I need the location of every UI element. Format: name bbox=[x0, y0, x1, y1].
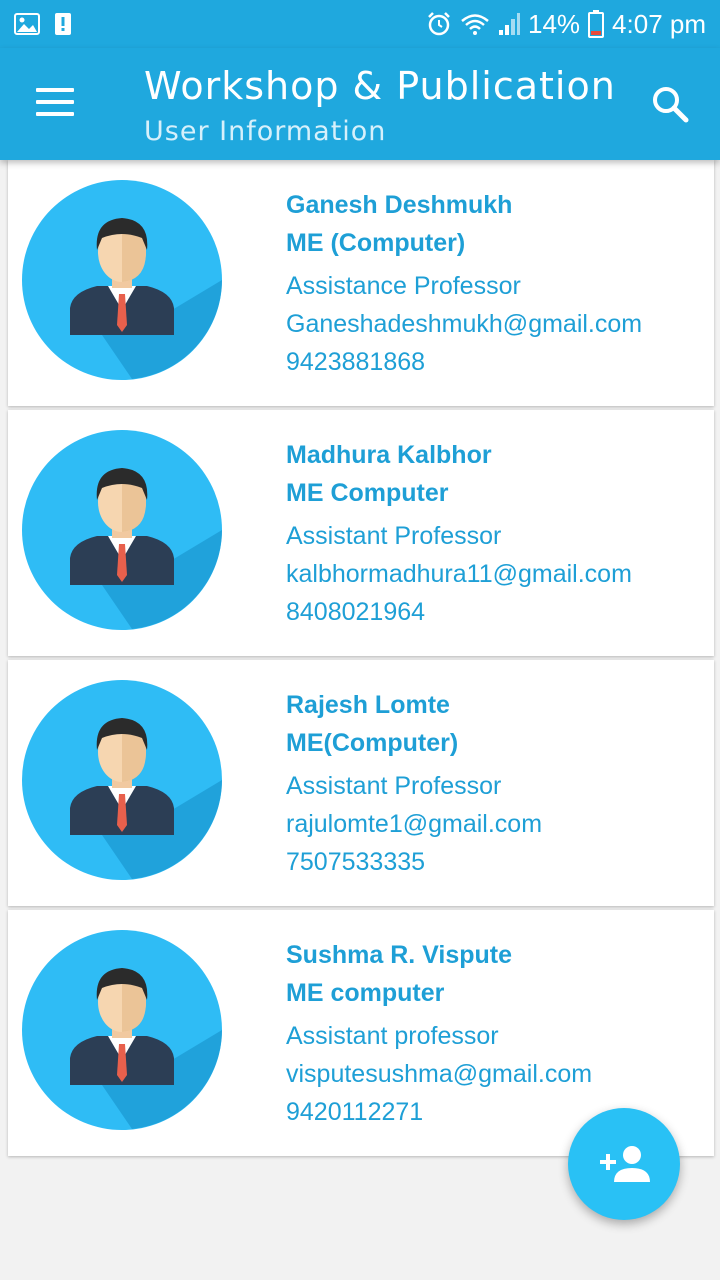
user-degree: ME Computer bbox=[286, 479, 449, 507]
user-email: kalbhormadhura11@gmail.com bbox=[286, 560, 632, 588]
user-list: Ganesh Deshmukh ME (Computer) Assistance… bbox=[8, 160, 714, 1160]
user-email: rajulomte1@gmail.com bbox=[286, 810, 543, 838]
image-icon bbox=[14, 13, 40, 35]
alarm-icon bbox=[426, 11, 452, 37]
menu-icon bbox=[36, 88, 76, 116]
wifi-icon bbox=[460, 12, 490, 36]
user-email: Ganeshadeshmukh@gmail.com bbox=[286, 310, 643, 338]
signal-icon bbox=[498, 12, 520, 36]
user-card[interactable]: Ganesh Deshmukh ME (Computer) Assistance… bbox=[8, 160, 714, 406]
user-card[interactable]: Madhura Kalbhor ME Computer Assistant Pr… bbox=[8, 410, 714, 656]
user-role: Assistant Professor bbox=[286, 522, 502, 550]
page-subtitle: User Information bbox=[144, 116, 387, 147]
avatar bbox=[22, 930, 222, 1130]
user-role: Assistance Professor bbox=[286, 272, 521, 300]
user-role: Assistant Professor bbox=[286, 772, 502, 800]
user-phone: 8408021964 bbox=[286, 598, 426, 626]
avatar bbox=[22, 430, 222, 630]
user-card[interactable]: Rajesh Lomte ME(Computer) Assistant Prof… bbox=[8, 660, 714, 906]
page-title: Workshop & Publication bbox=[144, 64, 616, 108]
user-info: Ganesh Deshmukh ME (Computer) Assistance… bbox=[286, 186, 642, 381]
user-name: Madhura Kalbhor bbox=[286, 441, 492, 469]
user-phone: 7507533335 bbox=[286, 848, 426, 876]
status-bar: 14% 4:07 pm bbox=[0, 0, 720, 48]
user-phone: 9423881868 bbox=[286, 348, 426, 376]
user-phone: 9420112271 bbox=[286, 1098, 424, 1126]
user-info: Madhura Kalbhor ME Computer Assistant Pr… bbox=[286, 436, 632, 631]
app-bar: Workshop & Publication User Information bbox=[0, 48, 720, 160]
avatar bbox=[22, 180, 222, 380]
user-degree: ME(Computer) bbox=[286, 729, 459, 757]
battery-percent: 14% bbox=[528, 8, 581, 39]
user-name: Rajesh Lomte bbox=[286, 691, 450, 719]
alert-icon bbox=[54, 12, 72, 36]
menu-button[interactable] bbox=[36, 88, 76, 118]
user-name: Sushma R. Vispute bbox=[286, 941, 512, 969]
user-email: visputesushma@gmail.com bbox=[286, 1060, 593, 1088]
user-degree: ME (Computer) bbox=[286, 229, 466, 257]
search-button[interactable] bbox=[648, 82, 692, 126]
user-name: Ganesh Deshmukh bbox=[286, 191, 513, 219]
user-info: Rajesh Lomte ME(Computer) Assistant Prof… bbox=[286, 686, 542, 881]
user-role: Assistant professor bbox=[286, 1022, 499, 1050]
battery-icon bbox=[588, 10, 605, 38]
add-user-button[interactable] bbox=[568, 1108, 680, 1220]
user-info: Sushma R. Vispute ME computer Assistant … bbox=[286, 936, 592, 1131]
avatar bbox=[22, 680, 222, 880]
user-degree: ME computer bbox=[286, 979, 445, 1007]
search-icon bbox=[653, 87, 689, 123]
clock: 4:07 pm bbox=[612, 8, 706, 39]
add-user-icon bbox=[600, 1146, 650, 1182]
